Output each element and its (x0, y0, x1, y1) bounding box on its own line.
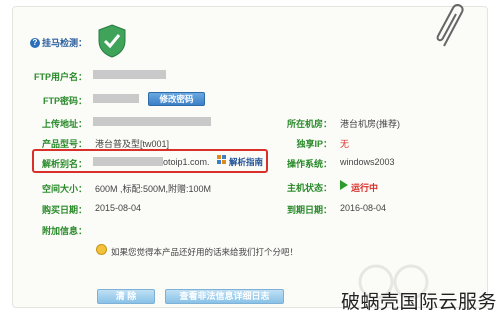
ftp-pass-value (93, 94, 139, 103)
os-label: 操作系统： (286, 159, 332, 169)
domain-label: 解析别名： (41, 159, 87, 169)
host-status-label: 主机状态： (286, 183, 332, 193)
guide-icon (217, 155, 226, 164)
attach-info-label: 附加信息： (41, 226, 87, 236)
upload-addr-value (93, 117, 211, 126)
dns-guide-link[interactable]: 解析指南 (229, 156, 263, 168)
ftp-user-label: FTP用户名： (34, 72, 87, 82)
domain-value-masked (93, 157, 163, 166)
exclusive-ip-value: 无 (340, 139, 350, 149)
ftp-user-value (93, 70, 166, 79)
clear-button[interactable]: 清 除 (97, 289, 155, 304)
smiley-icon (96, 244, 107, 255)
expire-date-label: 到期日期： (286, 205, 332, 215)
edit-password-button[interactable]: 修改密码 (148, 92, 205, 106)
watermark-text: 破蜗壳国际云服务 (340, 292, 497, 313)
os-value: windows2003 (340, 157, 395, 167)
running-icon (340, 180, 348, 190)
paperclip-icon (436, 4, 464, 47)
space-value: 600M ,标配:500M,附赠:100M (95, 184, 212, 194)
domain-value: otoip1.com. (163, 157, 210, 167)
view-log-button[interactable]: 查看非法信息详细日志 (165, 289, 284, 304)
expire-date-value: 2016-08-04 (340, 203, 387, 213)
room-value: 港台机房(推荐) (340, 119, 400, 129)
purchase-date-value: 2015-08-04 (95, 203, 142, 213)
upload-addr-label: 上传地址： (41, 119, 87, 129)
shield-check-icon (98, 24, 126, 58)
purchase-date-label: 购买日期： (41, 205, 87, 215)
help-icon[interactable]: ? (30, 37, 40, 48)
feedback-text[interactable]: 如果您觉得本产品还好用的话来给我们打个分吧！ (111, 246, 298, 258)
trojan-check-label: 挂马检测： (42, 38, 88, 48)
exclusive-ip-label: 独享IP： (296, 139, 332, 149)
space-label: 空间大小： (41, 184, 87, 194)
host-status-value: 运行中 (351, 183, 379, 193)
room-label: 所在机房： (286, 119, 332, 129)
ftp-pass-label: FTP密码： (43, 96, 87, 106)
trojan-check-row: ? 挂马检测： (30, 36, 87, 49)
